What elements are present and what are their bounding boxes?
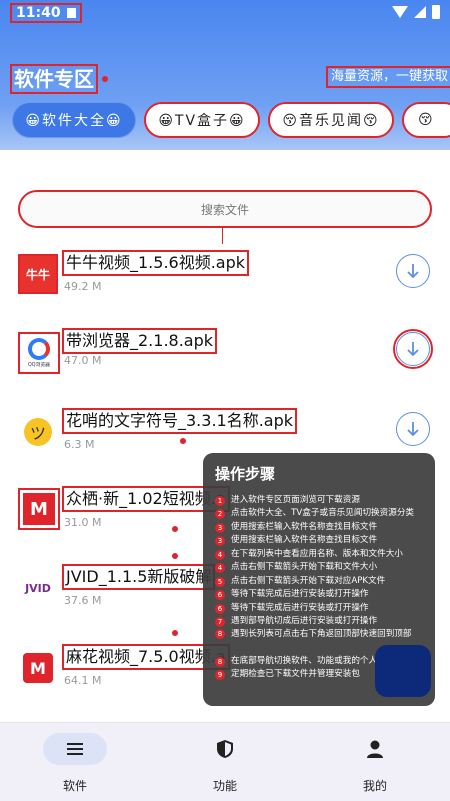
annotation-line	[222, 228, 223, 244]
nav-software[interactable]: 软件	[25, 733, 125, 794]
person-icon	[343, 733, 407, 765]
menu-icon	[43, 733, 107, 765]
file-size: 64.1 M	[64, 674, 102, 687]
annotation-dot	[102, 76, 108, 82]
header-slogan: 海量资源，一键获取	[326, 66, 450, 88]
file-size: 6.3 M	[64, 438, 95, 451]
download-icon[interactable]	[393, 329, 433, 369]
file-size: 37.6 M	[64, 594, 102, 607]
step-item: 4 点击右侧下载箭头开始下载和文件大小	[215, 562, 425, 576]
annotation-dot	[172, 553, 178, 559]
step-item: 3 使用搜索栏输入软件名称查找目标文件	[215, 535, 425, 549]
file-size: 31.0 M	[64, 516, 102, 529]
m-logo-icon: M	[18, 488, 60, 530]
jvid-logo-icon: JVID	[25, 581, 51, 595]
category-tabs: 😀软件大全😀 😀TV盒子😀 😚音乐见闻😚 😚	[12, 102, 450, 138]
annotation-dot	[172, 526, 178, 532]
tab-music[interactable]: 😚音乐见闻😚	[268, 102, 394, 138]
file-size: 47.0 M	[64, 354, 102, 367]
status-bar: 11:40	[0, 0, 450, 26]
step-item: 3 使用搜索栏输入软件名称查找目标文件	[215, 521, 425, 535]
battery-icon	[432, 5, 440, 19]
step-item: 2 点击软件大全、TV盒子或音乐见闻切换资源分类	[215, 508, 425, 522]
file-name: 牛牛视频_1.5.6视频.apk	[62, 250, 250, 276]
wifi-icon	[392, 6, 408, 18]
page-title: 软件专区	[10, 64, 98, 94]
nav-profile[interactable]: 我的	[325, 733, 425, 794]
status-time: 11:40	[10, 3, 82, 23]
step-item: 4 在下载列表中查看应用名称、版本和文件大小	[215, 548, 425, 562]
shield-icon	[193, 733, 257, 765]
file-row[interactable]: 牛牛 牛牛视频_1.5.6视频.apk 49.2 M	[0, 250, 450, 324]
mahua-logo-icon: M	[18, 648, 58, 688]
step-item: 1 进入软件专区页面浏览可下载资源	[215, 494, 425, 508]
back-to-top-button[interactable]	[375, 645, 431, 697]
annotation-dot	[180, 438, 186, 444]
download-icon[interactable]	[396, 254, 430, 288]
file-name: 带浏览器_2.1.8.apk	[62, 328, 218, 354]
file-name: JVID_1.1.5新版破解	[62, 564, 216, 590]
smiley-logo-icon: ツ	[18, 412, 58, 452]
niuniu-logo-icon: 牛牛	[18, 254, 58, 294]
step-item: 6 等待下载完成后进行安装或打开操作	[215, 589, 425, 603]
file-row[interactable]: QQ浏览器 带浏览器_2.1.8.apk 47.0 M	[0, 328, 450, 402]
tab-more[interactable]: 😚	[402, 102, 450, 138]
file-size: 49.2 M	[64, 280, 102, 293]
nav-features[interactable]: 功能	[175, 733, 275, 794]
download-icon[interactable]	[396, 412, 430, 446]
annotation-dot	[172, 630, 178, 636]
browser-logo-icon: QQ浏览器	[18, 332, 60, 374]
tab-software-all[interactable]: 😀软件大全😀	[12, 102, 136, 138]
bottom-nav: 软件 功能 我的	[0, 722, 450, 801]
file-name: 花哨的文字符号_3.3.1名称.apk	[62, 408, 298, 434]
step-item: 7 遇到部导航切成后进行安装或打开操作	[215, 616, 425, 630]
step-item: 5 点击右侧下载箭头开始下载对应APK文件	[215, 575, 425, 589]
step-item: 6 等待下载完成后进行安装或打开操作	[215, 602, 425, 616]
tab-tv-box[interactable]: 😀TV盒子😀	[144, 102, 260, 138]
search-input[interactable]: 搜索文件	[18, 190, 432, 228]
signal-icon	[414, 6, 426, 18]
status-icons	[392, 5, 440, 19]
steps-title: 操作步骤	[215, 465, 276, 483]
